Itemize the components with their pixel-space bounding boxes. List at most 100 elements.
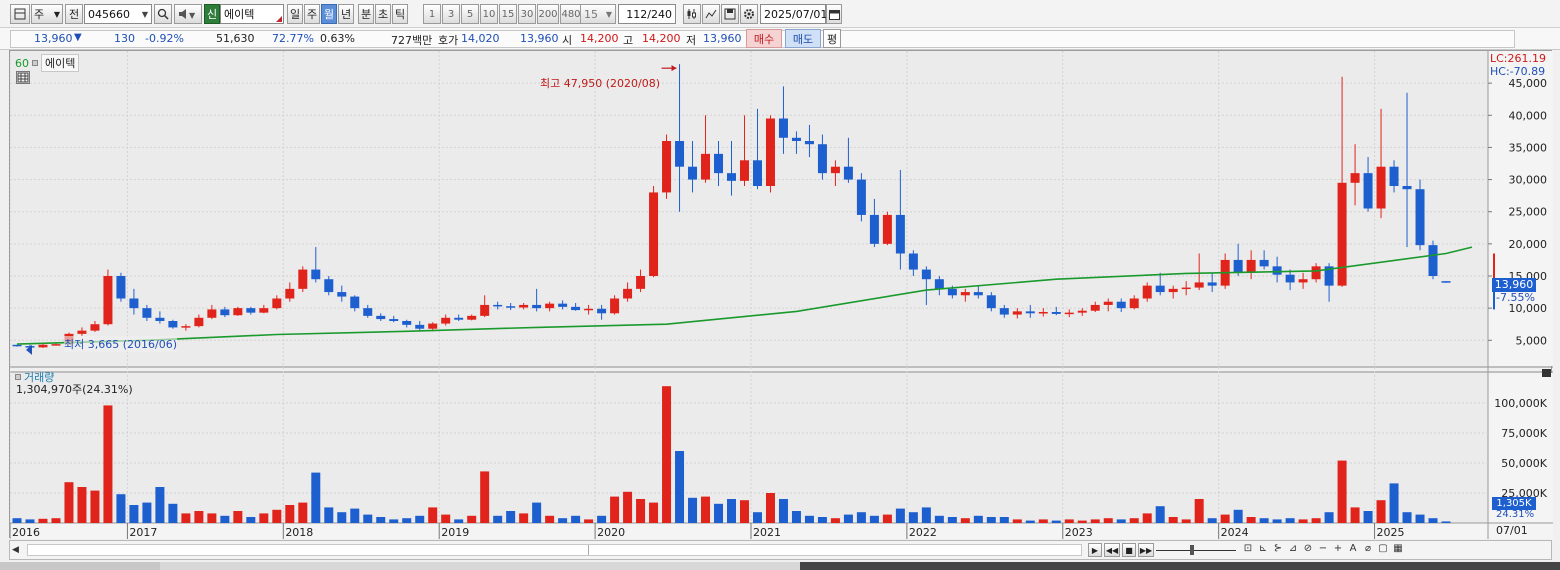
shape-tool-icon[interactable]: ⊿ [1287, 543, 1299, 554]
candle-body [259, 308, 269, 313]
volume-bar [610, 496, 620, 523]
candle-body [610, 298, 620, 314]
volume-bar [739, 500, 749, 523]
volume-bar [765, 493, 775, 523]
candle-body [324, 279, 334, 293]
period-tab[interactable]: 초 [375, 4, 391, 24]
volume-bar [272, 509, 282, 523]
candle-body [675, 141, 685, 167]
line-tool-icon[interactable]: ⊡ [1242, 543, 1254, 554]
chevron-down-icon: ▼ [605, 9, 612, 19]
save-icon[interactable] [721, 4, 739, 24]
scroll-left-icon[interactable]: ◀ [12, 543, 24, 557]
panel-close-icon[interactable] [1542, 369, 1551, 377]
table-icon[interactable] [16, 71, 30, 84]
period-tab[interactable]: 틱 [392, 4, 408, 24]
interval-tab[interactable]: 5 [461, 4, 479, 24]
pencil-tool-icon[interactable]: ⊘ [1302, 543, 1314, 554]
speaker-icon[interactable]: ▼ [174, 4, 202, 24]
interval-tab[interactable]: 1 [423, 4, 441, 24]
fib-tool-icon[interactable]: ⊱ [1272, 543, 1284, 554]
interval-tab[interactable]: 15 [499, 4, 517, 24]
eval-button[interactable]: 평 [823, 29, 841, 48]
candle-body [986, 295, 996, 309]
candle-body [882, 214, 892, 244]
interval-select[interactable]: 15 ▼ [580, 4, 616, 24]
volume-bar [350, 508, 360, 523]
zoom-slider[interactable] [1156, 544, 1236, 556]
period-tab[interactable]: 월 [321, 4, 337, 24]
current-price: 13,960 [34, 32, 73, 45]
volume-bar [259, 513, 269, 523]
buy-button[interactable]: 매수 [746, 29, 782, 48]
volume-bar [856, 512, 866, 523]
candle-body [155, 317, 165, 321]
candle-body [142, 308, 152, 318]
minus-icon[interactable]: − [1317, 543, 1329, 554]
angle-tool-icon[interactable]: ⊾ [1257, 543, 1269, 554]
high-label: 고 [623, 34, 634, 47]
period-tab[interactable]: 년 [338, 4, 354, 24]
candle-body [220, 309, 230, 316]
period-tab[interactable]: 분 [358, 4, 374, 24]
trend-tool-icon[interactable] [702, 4, 720, 24]
layout-icon[interactable] [10, 4, 30, 24]
period-tab[interactable]: 일 [287, 4, 303, 24]
interval-tab[interactable]: 480 [560, 4, 582, 24]
volume-bar [1103, 518, 1113, 523]
candle-body [714, 153, 724, 174]
change-arrow-icon: ▼ [74, 32, 82, 43]
sell-button[interactable]: 매도 [785, 29, 821, 48]
rewind-icon[interactable]: ◀◀ [1104, 543, 1120, 557]
volume-bar [1051, 520, 1061, 523]
stock-code-input[interactable]: 045660 ▼ [84, 4, 152, 24]
candle-body [12, 344, 22, 347]
candle-body [830, 166, 840, 174]
text-tool-icon[interactable]: A [1347, 543, 1359, 554]
candlestick-chart[interactable]: 45,00040,00035,00030,00025,00020,00015,0… [10, 51, 1553, 539]
stop-icon[interactable]: ■ [1122, 543, 1136, 557]
volume-bar [636, 499, 646, 523]
count-total: /240 [647, 7, 672, 21]
volume-bar [298, 502, 308, 523]
bottom-toolbar: ◀ ▶ ◀◀ ■ ▶▶ ⊡ ⊾ ⊱ ⊿ ⊘ − + A ⌀ ▢ ▦ [9, 540, 1552, 560]
volume-bar [986, 517, 996, 523]
gear-icon[interactable] [740, 4, 758, 24]
candle-settings-icon[interactable] [683, 4, 701, 24]
candle-body [1142, 285, 1152, 299]
play-icon[interactable]: ▶ [1088, 543, 1102, 557]
stock-name-field[interactable]: 에이텍 [220, 4, 284, 24]
search-icon[interactable] [154, 4, 172, 24]
calendar-icon[interactable] [826, 4, 842, 24]
chart-area[interactable]: 45,000 40,000 35,000 30,000 25,000 20,000 15,0… [9, 50, 1553, 539]
svg-text:▼: ▼ [189, 11, 196, 20]
prev-button[interactable]: 전 [65, 4, 83, 24]
volume-bar [77, 487, 87, 523]
volume-bar [1012, 519, 1022, 523]
volume-bar [1038, 519, 1048, 523]
period-tab[interactable]: 주 [304, 4, 320, 24]
price-tick-label: 35,000 [1509, 141, 1548, 154]
plus-icon[interactable]: + [1332, 543, 1344, 554]
drawing-tools: ⊡ ⊾ ⊱ ⊿ ⊘ − + A ⌀ ▢ ▦ [1242, 543, 1404, 554]
volume-bar [441, 514, 451, 523]
interval-tab[interactable]: 3 [442, 4, 460, 24]
date-input[interactable]: 2025/07/01 [760, 4, 827, 24]
more-icon[interactable]: ▦ [1392, 543, 1404, 554]
interval-tab[interactable]: 200 [537, 4, 559, 24]
candle-body [1103, 301, 1113, 305]
zoom-slider-thumb[interactable] [1190, 545, 1194, 555]
candle-body [1064, 312, 1074, 315]
ratio-2: 0.63% [320, 32, 355, 45]
eraser-icon[interactable]: ⌀ [1362, 543, 1374, 554]
volume-bar [1324, 512, 1334, 523]
hide-icon[interactable]: ▢ [1377, 543, 1389, 554]
scroll-track[interactable] [27, 544, 1082, 556]
candle-body [233, 308, 243, 316]
interval-tab[interactable]: 10 [480, 4, 498, 24]
low-annotation: 최저 3,665 (2016/06) [64, 336, 178, 352]
fast-forward-icon[interactable]: ▶▶ [1138, 543, 1154, 557]
interval-tab[interactable]: 30 [518, 4, 536, 24]
count-field[interactable]: 112/240 [618, 4, 676, 24]
type-select[interactable]: 주 ▼ [31, 4, 63, 24]
